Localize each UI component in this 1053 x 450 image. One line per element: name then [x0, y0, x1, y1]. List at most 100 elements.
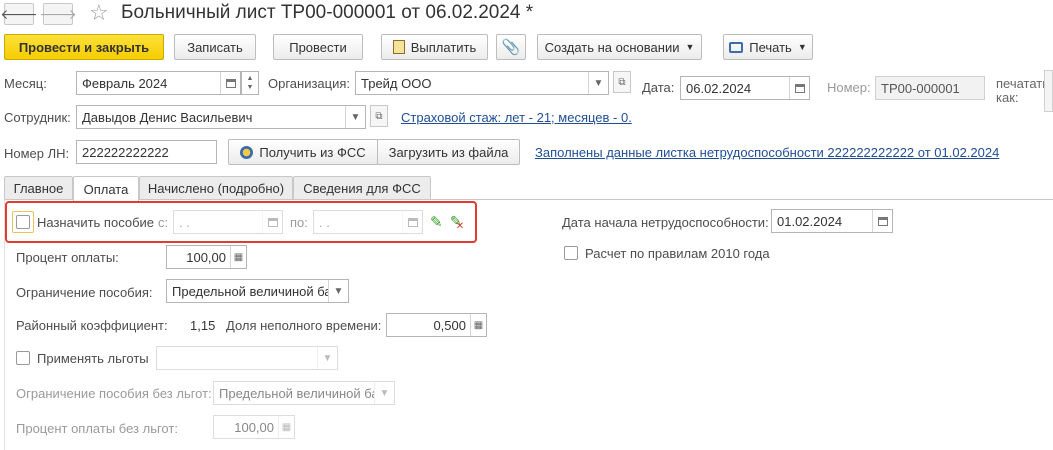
rules-2010-label: Расчет по правилам 2010 года — [585, 246, 770, 261]
assign-benefit-label: Назначить пособие — [37, 215, 155, 230]
post-button[interactable]: Провести — [273, 34, 363, 60]
date-field[interactable]: 06.02.2024 — [680, 76, 810, 100]
pay-button[interactable]: Выплатить — [381, 34, 488, 60]
assign-benefit-checkbox[interactable] — [16, 215, 30, 229]
benefit-limit-field[interactable]: Предельной величиной ба ▼ — [166, 279, 349, 303]
ln-number-label: Номер ЛН: — [4, 146, 70, 161]
parttime-field[interactable]: 0,500 ▦ — [386, 313, 487, 337]
date-value: 06.02.2024 — [686, 80, 752, 96]
chevron-down-icon[interactable]: ▼ — [328, 280, 348, 302]
percent-no-benefits-field[interactable]: 100,00 ▦ — [213, 415, 295, 439]
page-title: Больничный лист ТР00-000001 от 06.02.202… — [121, 2, 534, 23]
chevron-down-icon[interactable]: ▼ — [317, 347, 337, 369]
attach-button[interactable]: 📎 — [496, 34, 526, 60]
to-label: по: — [290, 215, 308, 230]
chevron-down-icon[interactable]: ▼ — [374, 382, 394, 404]
chevron-down-icon[interactable]: ▼ — [345, 106, 365, 128]
pay-button-label: Выплатить — [410, 39, 477, 55]
percent-value: 100,00 — [186, 249, 226, 265]
limit-no-benefits-value: Предельной величиной ба — [219, 385, 374, 401]
organization-value: Трейд ООО — [361, 75, 432, 91]
month-field[interactable]: Февраль 2024 — [76, 71, 241, 95]
month-stepper[interactable]: ▲ ▼ — [241, 71, 259, 95]
calculator-icon[interactable]: ▦ — [230, 246, 246, 268]
from-date-value: . . — [179, 214, 190, 230]
rules-2010-checkbox[interactable] — [564, 246, 578, 260]
pencil-icon[interactable]: ✎ — [430, 213, 443, 231]
paperclip-icon: 📎 — [501, 39, 521, 56]
from-label: с: — [158, 215, 169, 230]
calculator-icon[interactable]: ▦ — [278, 416, 294, 438]
open-icon[interactable]: ⧉ — [613, 71, 631, 93]
sick-leave-filled-link[interactable]: Заполнены данные листка нетрудоспособнос… — [535, 145, 999, 160]
start-date-field[interactable]: 01.02.2024 — [771, 209, 893, 233]
percent-label: Процент оплаты: — [16, 250, 119, 265]
arrow-left-icon: 🡐 — [0, 5, 38, 22]
employee-label: Сотрудник: — [4, 110, 71, 125]
post-and-close-button[interactable]: Провести и закрыть — [4, 34, 164, 60]
district-coef-value: 1,15 — [190, 318, 216, 333]
print-as-field[interactable] — [1044, 70, 1053, 112]
print-button[interactable]: Печать ▼ — [723, 34, 813, 60]
clear-edit-icon[interactable]: ✎✕ — [450, 213, 470, 232]
calendar-icon[interactable] — [872, 210, 892, 232]
district-coef-label: Районный коэффициент: — [16, 318, 168, 333]
insurance-experience-link[interactable]: Страховой стаж: лет - 21; месяцев - 0. — [401, 110, 632, 125]
tab-fss-info[interactable]: Сведения для ФСС — [293, 176, 431, 200]
calculator-icon[interactable]: ▦ — [470, 314, 486, 336]
calendar-icon[interactable] — [220, 72, 240, 94]
get-from-fss-button[interactable]: Получить из ФСС — [228, 139, 378, 165]
percent-no-benefits-label: Процент оплаты без льгот: — [16, 421, 178, 436]
start-date-label: Дата начала нетрудоспособности: — [562, 215, 769, 230]
ln-number-value: 222222222222 — [82, 144, 169, 160]
date-label: Дата: — [642, 80, 675, 95]
benefits-field[interactable]: ▼ — [156, 346, 338, 370]
back-button[interactable]: 🡐 — [0, 3, 38, 25]
number-field: ТР00-000001 — [875, 76, 985, 100]
percent-no-benefits-value: 100,00 — [234, 419, 274, 435]
stepper-down-icon[interactable]: ▼ — [247, 83, 254, 92]
chevron-down-icon[interactable]: ▼ — [588, 72, 608, 94]
month-value: Февраль 2024 — [82, 75, 168, 91]
apply-benefits-checkbox[interactable] — [16, 351, 30, 365]
tab-accrued-detailed[interactable]: Начислено (подробно) — [139, 176, 293, 200]
ln-number-field[interactable]: 222222222222 — [76, 140, 217, 164]
to-date-field[interactable]: . . — [313, 210, 423, 234]
tab-divider — [4, 199, 1053, 200]
employee-value: Давыдов Денис Васильевич — [82, 109, 253, 125]
stepper-up-icon[interactable]: ▲ — [247, 74, 254, 83]
arrow-right-icon: 🡒 — [39, 5, 77, 22]
calendar-icon[interactable] — [789, 77, 809, 99]
save-button[interactable]: Записать — [174, 34, 256, 60]
employee-field[interactable]: Давыдов Денис Васильевич ▼ — [76, 105, 366, 129]
calendar-icon[interactable] — [262, 211, 282, 233]
from-date-field[interactable]: . . — [173, 210, 283, 234]
parttime-value: 0,500 — [433, 317, 466, 333]
limit-no-benefits-label: Ограничение пособия без льгот: — [16, 386, 212, 401]
organization-label: Организация: — [268, 76, 351, 91]
number-label: Номер: — [827, 80, 871, 95]
chevron-down-icon: ▼ — [797, 42, 807, 52]
organization-field[interactable]: Трейд ООО ▼ — [355, 71, 609, 95]
load-from-file-button[interactable]: Загрузить из файла — [377, 139, 520, 165]
to-date-value: . . — [319, 214, 330, 230]
month-label: Месяц: — [4, 76, 47, 91]
document-pay-icon — [392, 40, 405, 54]
printer-icon — [729, 41, 744, 53]
percent-field[interactable]: 100,00 ▦ — [166, 245, 247, 269]
fss-icon — [240, 145, 254, 159]
number-value: ТР00-000001 — [881, 80, 960, 96]
print-label: Печать — [749, 39, 792, 55]
benefit-limit-label: Ограничение пособия: — [16, 285, 153, 300]
limit-no-benefits-field[interactable]: Предельной величиной ба ▼ — [213, 381, 395, 405]
tab-main[interactable]: Главное — [4, 176, 73, 200]
create-based-button[interactable]: Создать на основании ▼ — [537, 34, 702, 60]
open-icon[interactable]: ⧉ — [370, 105, 388, 127]
create-based-label: Создать на основании — [544, 39, 680, 55]
tab-payment[interactable]: Оплата — [73, 176, 139, 201]
star-icon[interactable]: ☆ — [89, 0, 109, 26]
benefit-limit-value: Предельной величиной ба — [172, 283, 328, 299]
calendar-icon[interactable] — [402, 211, 422, 233]
forward-button[interactable]: 🡒 — [39, 3, 77, 25]
apply-benefits-label: Применять льготы — [37, 351, 149, 366]
